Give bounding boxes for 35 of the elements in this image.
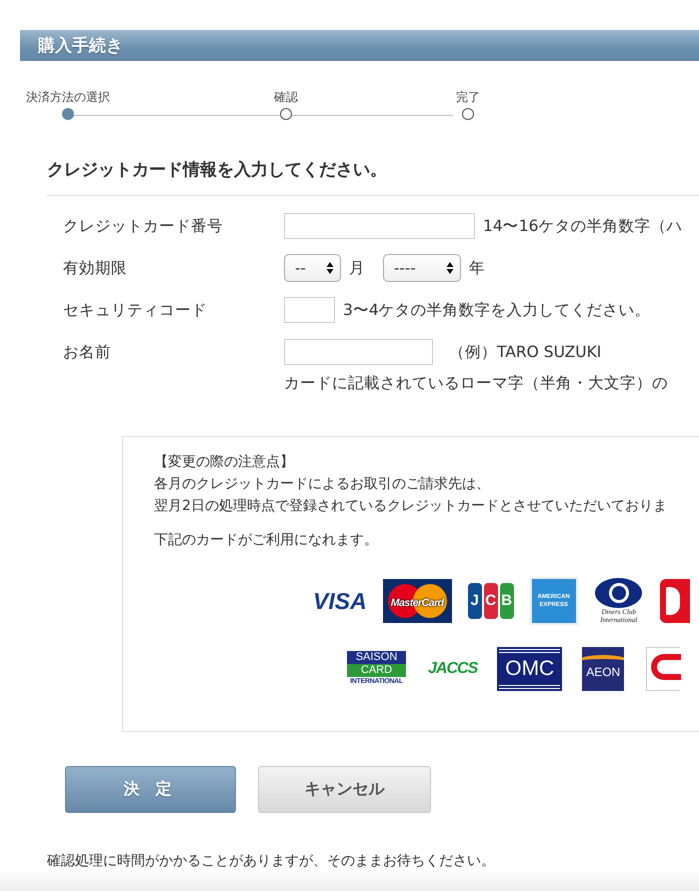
- step-label: 完了: [456, 90, 480, 104]
- section-title: クレジットカード情報を入力してください。: [47, 158, 699, 196]
- field-hint: 14〜16ケタの半角数字（ハ: [483, 216, 682, 236]
- unit-label: 年: [469, 258, 485, 278]
- field-label: 有効期限: [63, 258, 128, 279]
- notice-text: 下記のカードがご利用になれます。: [154, 531, 379, 550]
- step-label: 確認: [274, 90, 298, 104]
- step-label: 決済方法の選択: [26, 90, 110, 104]
- card-brand-logo: JACCS: [428, 659, 478, 679]
- field-label: お名前: [63, 342, 112, 363]
- card-brand-logo: OMC: [499, 649, 560, 689]
- notice-text: 各月のクレジットカードによるお取引のご請求先は、: [154, 475, 491, 494]
- input-field[interactable]: [284, 339, 433, 365]
- select-field[interactable]: ----: [383, 254, 461, 282]
- stepper-arrows-icon: [446, 261, 454, 275]
- notice-text: 翌月2日の処理時点で登録されているクレジットカードとさせていただいておりま: [154, 497, 668, 516]
- field-label: セキュリティコード: [63, 300, 208, 321]
- notice-heading: 【変更の際の注意点】: [154, 453, 295, 472]
- card-logo-icon: [660, 579, 690, 623]
- select-field[interactable]: --: [284, 254, 341, 282]
- card-brand-logo: VISA: [313, 590, 367, 612]
- field-hint: （例）TARO SUZUKI: [449, 342, 602, 362]
- field-hint: 3〜4ケタの半角数字を入力してください。: [343, 300, 651, 320]
- stepper-arrows-icon: [326, 261, 334, 275]
- card-brand-logo: J C B: [468, 583, 514, 619]
- input-field[interactable]: [284, 213, 475, 239]
- card-logo-icon: [646, 647, 680, 691]
- unit-label: 月: [349, 258, 365, 278]
- cancel-button[interactable]: キャンセル: [258, 766, 431, 813]
- field-label: クレジットカード番号: [63, 216, 224, 237]
- input-field[interactable]: [284, 297, 335, 323]
- field-note: カードに記載されているローマ字（半角・大文字）の: [284, 373, 668, 394]
- card-brand-logo: AEON: [582, 647, 624, 691]
- footer-note: 確認処理に時間がかかることがありますが、そのままお待ちください。: [47, 852, 496, 870]
- page-title: 購入手続き: [38, 35, 123, 57]
